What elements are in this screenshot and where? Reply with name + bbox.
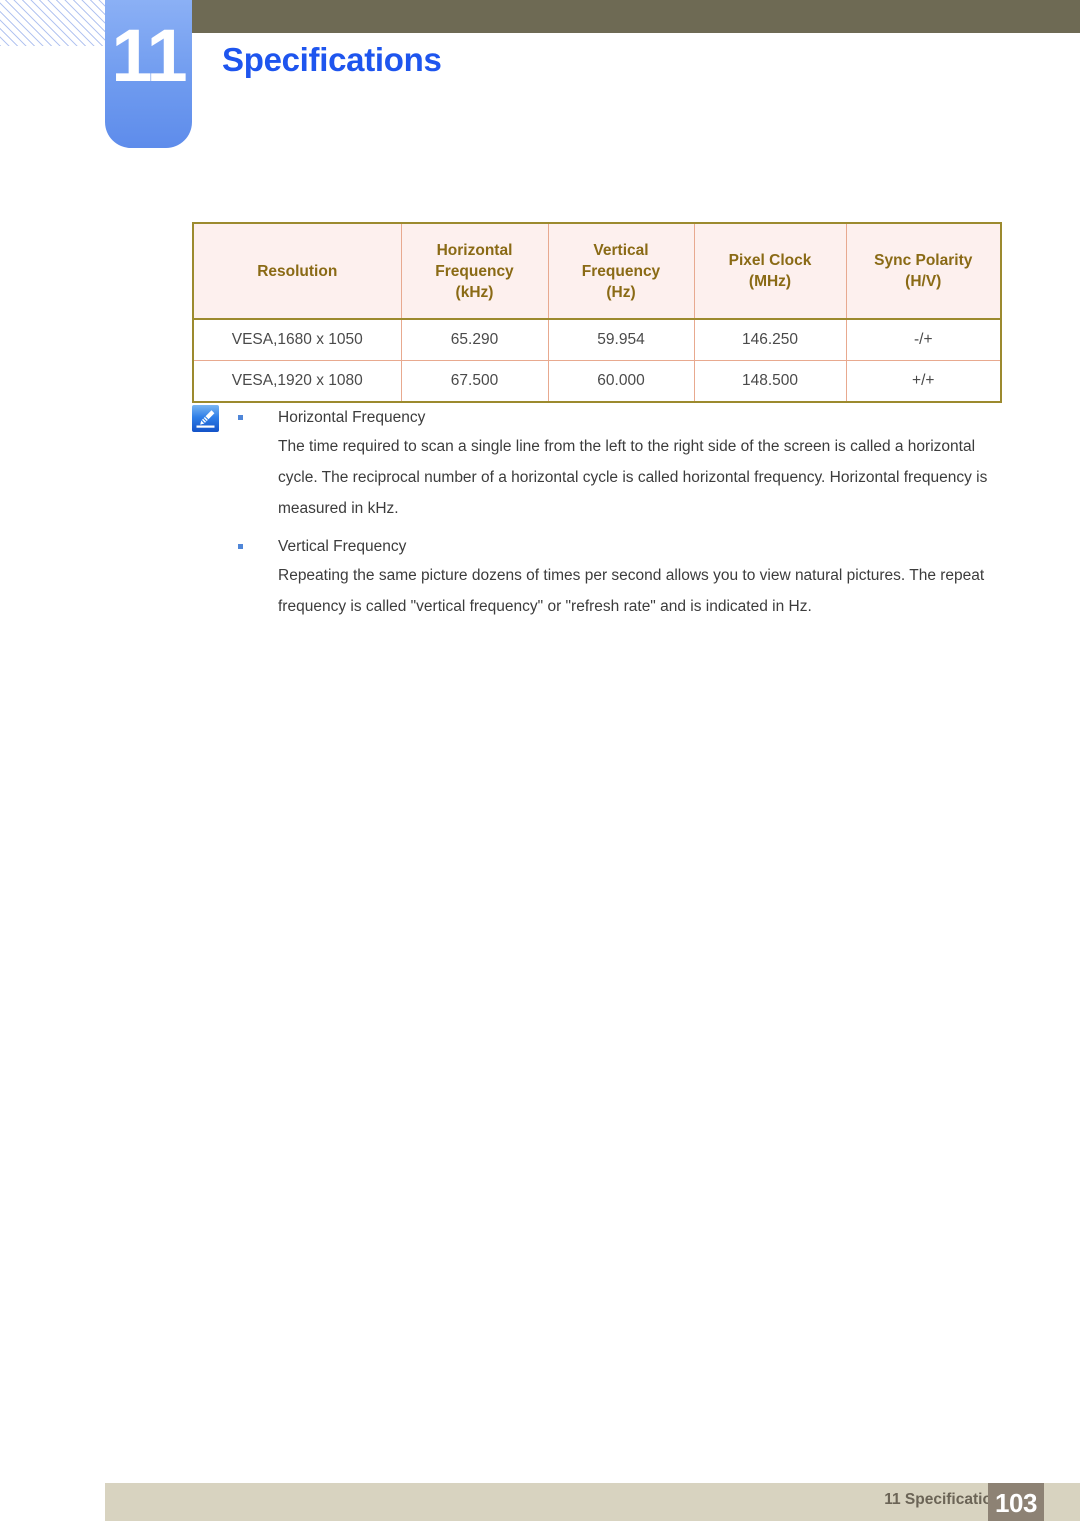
cell-vertical-frequency: 60.000 [547,360,695,403]
note-heading: Horizontal Frequency [278,409,426,426]
bullet-icon [238,544,243,549]
note-pen-icon [192,405,219,432]
header-line: (H/V) [905,273,942,290]
table-row: VESA,1680 x 1050 65.290 59.954 146.250 -… [192,319,1002,361]
cell-horizontal-frequency: 65.290 [400,319,549,361]
note-heading-row: Horizontal Frequency [236,405,1026,431]
cell-resolution: VESA,1680 x 1050 [192,319,402,361]
display-modes-table: Resolution Horizontal Frequency (kHz) Ve… [192,222,1002,403]
note-heading: Vertical Frequency [278,538,407,555]
column-header-sync-polarity: Sync Polarity (H/V) [845,222,1002,320]
cell-pixel-clock: 146.250 [693,319,847,361]
column-header-pixel-clock: Pixel Clock (MHz) [693,222,847,320]
cell-vertical-frequency: 59.954 [547,319,695,361]
header-line: Resolution [257,262,338,280]
chapter-number-tab: 11 [105,0,192,148]
header-line: Horizontal [436,241,513,259]
page-title: Specifications [222,41,442,78]
note-body: The time required to scan a single line … [278,438,988,517]
column-header-resolution: Resolution [192,222,402,320]
header-line: Frequency [435,262,514,280]
header-line: (MHz) [748,273,792,290]
table-header-row: Resolution Horizontal Frequency (kHz) Ve… [192,222,1002,320]
header-line: Frequency [581,262,661,280]
header-line: (kHz) [455,283,494,301]
cell-resolution: VESA,1920 x 1080 [192,360,402,403]
cell-horizontal-frequency: 67.500 [400,360,549,403]
header-band [190,0,1080,33]
decorative-hatch-pattern [0,0,106,46]
chapter-number: 11 [111,14,187,97]
note-group-vertical-frequency: Vertical Frequency Repeating the same pi… [236,534,1026,622]
table-row: VESA,1920 x 1080 67.500 60.000 148.500 +… [192,360,1002,403]
footer-page-number: 103 [988,1483,1044,1521]
cell-sync-polarity: +/+ [845,360,1002,403]
header-line: Pixel Clock [728,252,812,269]
column-header-horizontal-frequency: Horizontal Frequency (kHz) [400,222,549,320]
cell-sync-polarity: -/+ [845,319,1002,361]
note-body: Repeating the same picture dozens of tim… [278,567,985,615]
cell-pixel-clock: 148.500 [693,360,847,403]
note-group-horizontal-frequency: Horizontal Frequency The time required t… [236,405,1026,524]
header-line: (Hz) [606,283,636,301]
header-line: Vertical [593,241,649,259]
column-header-vertical-frequency: Vertical Frequency (Hz) [547,222,695,320]
notes-section: Horizontal Frequency The time required t… [236,405,1026,632]
note-heading-row: Vertical Frequency [236,534,1026,560]
header-line: Sync Polarity [874,252,973,269]
bullet-icon [238,415,243,420]
